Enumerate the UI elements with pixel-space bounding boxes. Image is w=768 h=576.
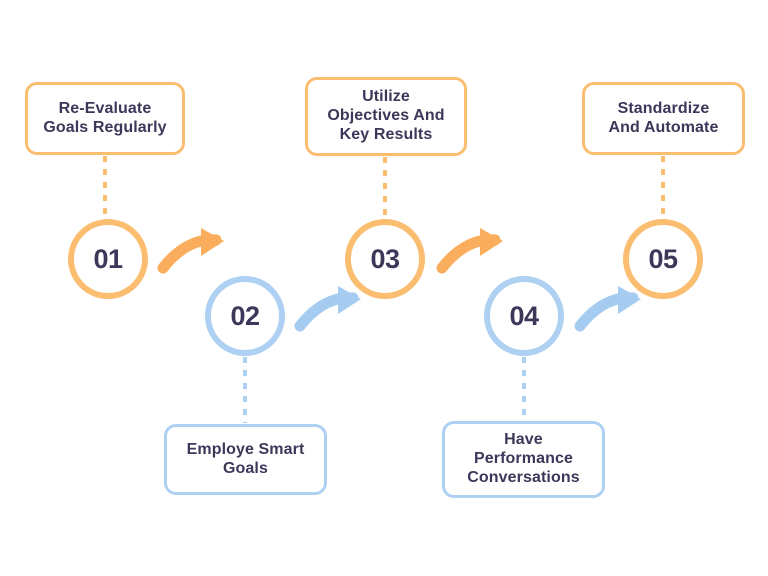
step-label-box-01[interactable]: Re-Evaluate Goals Regularly	[25, 82, 185, 155]
step-label-text-02: Employe Smart Goals	[186, 440, 305, 477]
arrow-icon-03-to-04	[436, 228, 503, 274]
step-circle-03[interactable]: 03	[345, 219, 425, 299]
step-label-box-03[interactable]: Utilize Objectives And Key Results	[305, 77, 467, 156]
step-label-box-05[interactable]: Standardize And Automate	[582, 82, 745, 155]
step-circle-01[interactable]: 01	[68, 219, 148, 299]
step-number-02: 02	[230, 300, 260, 331]
arrow-icon-02-to-03	[294, 286, 361, 332]
step-number-04: 04	[509, 300, 539, 331]
step-label-text-04: Have Performance Conversations	[467, 431, 580, 486]
step-number-05: 05	[648, 243, 678, 274]
step-number-03: 03	[370, 243, 400, 274]
arrow-icon-01-to-02	[157, 228, 224, 274]
step-number-01: 01	[93, 243, 123, 274]
step-label-box-04[interactable]: Have Performance Conversations	[442, 421, 605, 498]
step-label-box-02[interactable]: Employe Smart Goals	[164, 424, 327, 495]
diagram-canvas: Re-Evaluate Goals Regularly Employe Smar…	[0, 0, 768, 576]
step-circle-04[interactable]: 04	[484, 276, 564, 356]
step-label-text-05: Standardize And Automate	[608, 99, 719, 136]
step-label-text-01: Re-Evaluate Goals Regularly	[43, 99, 167, 136]
arrow-icon-04-to-05	[574, 286, 641, 332]
step-circle-05[interactable]: 05	[623, 219, 703, 299]
step-circle-02[interactable]: 02	[205, 276, 285, 356]
step-label-text-03: Utilize Objectives And Key Results	[327, 88, 445, 143]
